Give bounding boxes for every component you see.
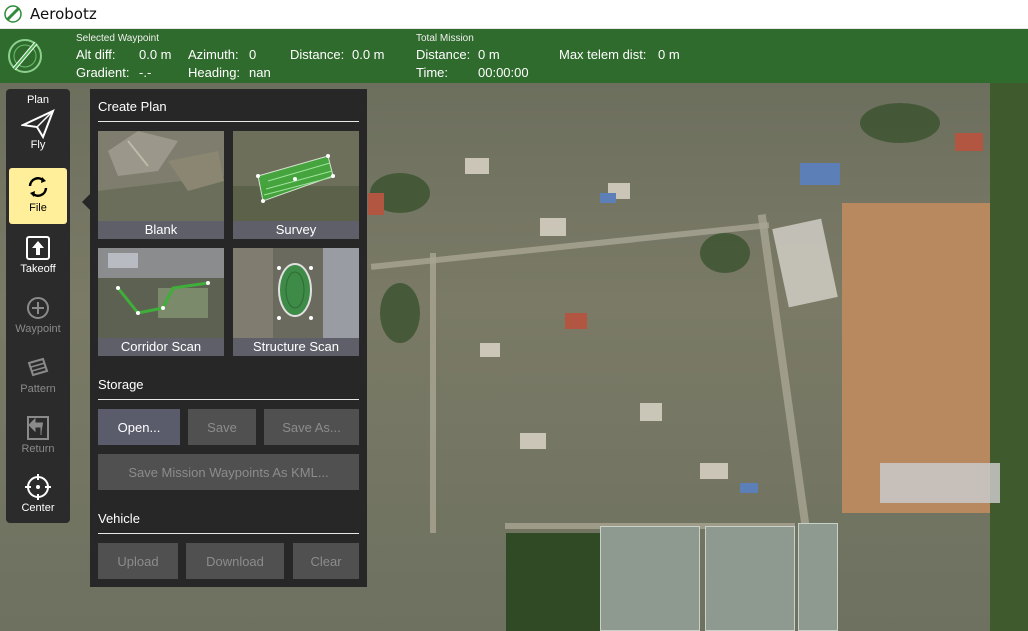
create-plan-title: Create Plan [98,99,167,114]
farm-plot [506,533,606,631]
save-as-button[interactable]: Save As... [264,409,359,445]
tool-file[interactable]: File [9,168,67,224]
tool-center[interactable]: Center [9,472,67,524]
aerobotz-logo-icon [4,5,22,23]
tool-waypoint[interactable]: Waypoint [9,293,67,345]
storage-title: Storage [98,377,144,392]
azimuth-label: Azimuth: [188,47,239,62]
open-button[interactable]: Open... [98,409,180,445]
selected-waypoint-heading: Selected Waypoint [76,33,160,44]
alt-diff-value: 0.0 m [139,47,172,62]
tool-center-label: Center [21,502,55,514]
tree-line [990,83,1028,631]
crosshair-icon [21,472,55,502]
tile-blank[interactable]: Blank [98,131,224,239]
tile-structure-scan[interactable]: Structure Scan [233,248,359,356]
tool-pattern-label: Pattern [20,383,56,395]
gradient-label: Gradient: [76,65,130,80]
tool-takeoff-label: Takeoff [20,263,56,275]
tile-blank-label: Blank [98,221,224,239]
save-kml-button[interactable]: Save Mission Waypoints As KML... [98,454,359,490]
tile-structure-scan-label: Structure Scan [233,338,359,356]
max-telem-value: 0 m [658,47,680,62]
return-icon [21,413,55,443]
create-plan-panel: Create Plan Blank Survey Corridor Scan S… [82,89,367,587]
takeoff-icon [21,233,55,263]
distance-label: Distance: [290,47,345,62]
pattern-icon [21,353,55,383]
structure-scan-thumbnail [233,248,359,338]
total-mission-heading: Total Mission [416,33,474,44]
tool-fly[interactable]: Fly [9,109,67,161]
toolstrip-plan-label: Plan [26,94,50,106]
alt-diff-label: Alt diff: [76,47,116,62]
plan-toolstrip: Plan Fly File Takeoff Waypoint Pattern R… [6,89,70,523]
max-telem-label: Max telem dist: [559,47,647,62]
panel-pointer [82,194,90,210]
tool-pattern[interactable]: Pattern [9,353,67,405]
storage-divider [98,399,359,400]
mission-status-bar: Selected Waypoint Alt diff: 0.0 m Azimut… [0,29,1028,83]
mission-distance-label: Distance: [416,47,471,62]
plus-circle-icon [21,293,55,323]
upload-button[interactable]: Upload [98,543,178,579]
vehicle-title: Vehicle [98,511,140,526]
tool-return[interactable]: Return [9,413,67,465]
tile-survey[interactable]: Survey [233,131,359,239]
download-button[interactable]: Download [186,543,284,579]
time-label: Time: [416,65,449,80]
tile-corridor-scan[interactable]: Corridor Scan [98,248,224,356]
create-plan-divider [98,121,359,122]
mission-distance-value: 0 m [478,47,500,62]
tile-corridor-scan-label: Corridor Scan [98,338,224,356]
window-titlebar: Aerobotz [0,0,1028,29]
distance-value: 0.0 m [352,47,385,62]
app-logo-icon[interactable] [6,37,44,75]
tile-survey-label: Survey [233,221,359,239]
save-button[interactable]: Save [188,409,256,445]
blank-thumbnail [98,131,224,221]
vehicle-divider [98,533,359,534]
tool-return-label: Return [21,443,55,455]
tool-fly-label: Fly [30,139,46,151]
window-title: Aerobotz [30,5,97,23]
paper-plane-icon [21,109,55,139]
time-value: 00:00:00 [478,65,529,80]
heading-label: Heading: [188,65,241,80]
gradient-value: -.- [139,65,152,80]
azimuth-value: 0 [249,47,257,62]
tool-waypoint-label: Waypoint [15,323,61,335]
sync-icon [21,172,55,202]
clear-button[interactable]: Clear [293,543,359,579]
tool-takeoff[interactable]: Takeoff [9,233,67,285]
tool-file-label: File [29,202,47,214]
corridor-scan-thumbnail [98,248,224,338]
survey-thumbnail [233,131,359,221]
heading-value: nan [249,65,271,80]
